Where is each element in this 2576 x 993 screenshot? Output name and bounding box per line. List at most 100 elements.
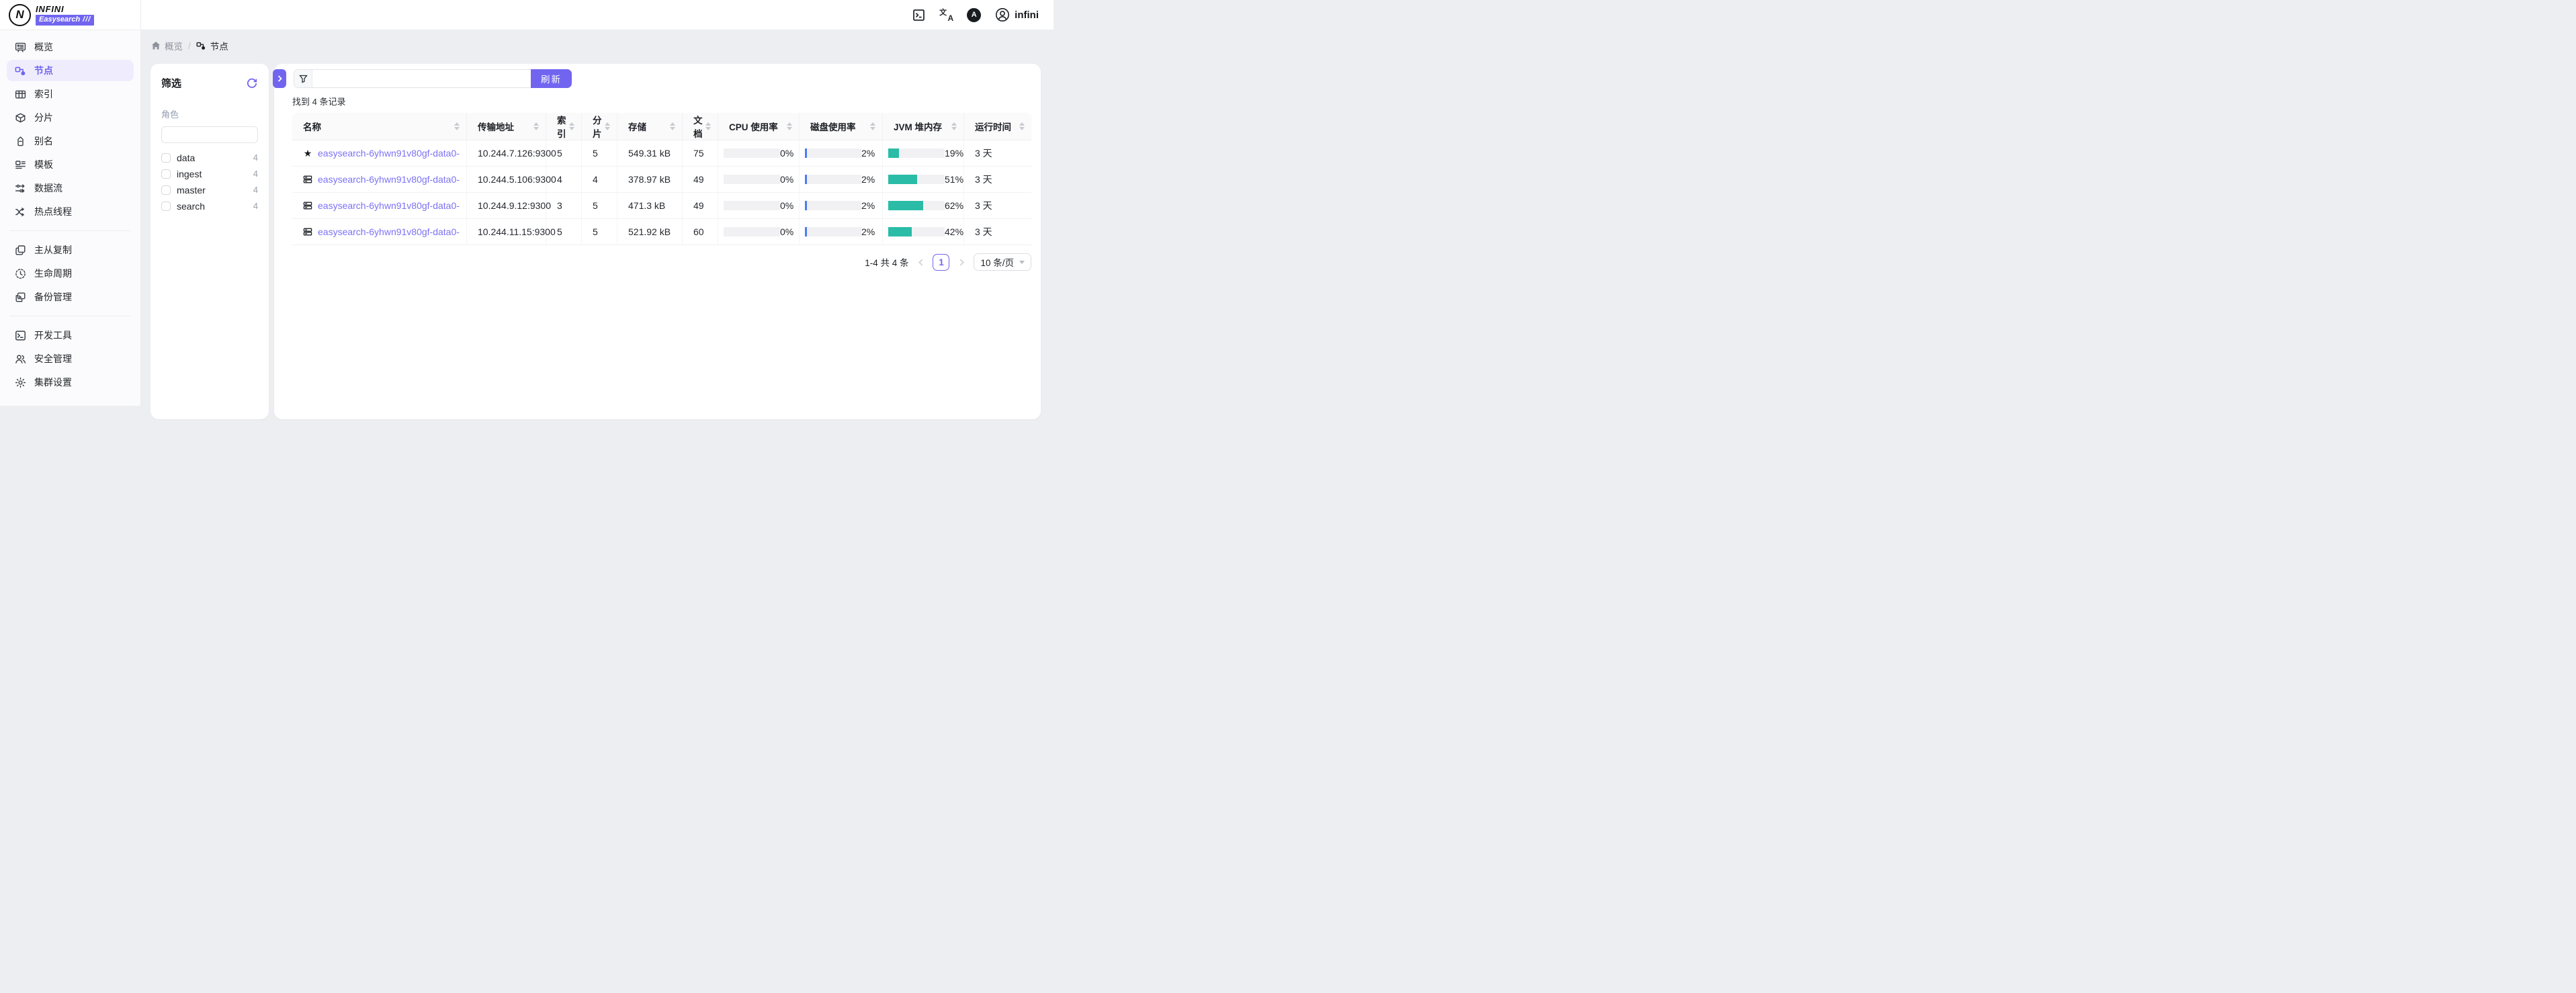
filter-section-label: 角色 [161, 107, 258, 120]
sidebar-item-label: 分片 [34, 111, 53, 124]
filter-refresh-icon[interactable] [246, 77, 258, 89]
sidebar-item-overview[interactable]: 概览 [7, 36, 134, 58]
column-header-uptime[interactable]: 运行时间 [964, 113, 1031, 140]
sidebar-item-hotthreads[interactable]: 热点线程 [7, 201, 134, 222]
sidebar-item-lifecycle[interactable]: 生命周期 [7, 263, 134, 284]
column-header-address[interactable]: 传输地址 [467, 113, 546, 140]
sort-icon[interactable] [787, 122, 792, 130]
cell-disk: 2% [800, 219, 883, 245]
column-label: 名称 [303, 120, 321, 133]
sidebar-item-backup[interactable]: 备份管理 [7, 286, 134, 308]
usage-bar [805, 227, 861, 236]
checkbox-master[interactable] [161, 185, 171, 195]
cell-docs: 75 [683, 140, 718, 167]
console-icon[interactable] [912, 8, 925, 21]
cell-jvm: 51% [883, 167, 964, 193]
role-option-search[interactable]: search4 [161, 198, 258, 214]
sidebar-item-label: 别名 [34, 134, 53, 148]
sidebar: 概览节点索引分片别名模板数据流热点线程主从复制生命周期备份管理开发工具安全管理集… [0, 30, 141, 406]
sort-icon[interactable] [870, 122, 875, 130]
node-name-link[interactable]: easysearch-6yhwn91v80gf-data0-2 [318, 226, 460, 237]
filter-funnel-icon[interactable] [294, 70, 312, 87]
sidebar-divider [9, 230, 131, 231]
sidebar-item-settings[interactable]: 集群设置 [7, 372, 134, 393]
usage-percent: 2% [861, 200, 875, 211]
sort-icon[interactable] [533, 122, 539, 130]
sort-asc-icon [605, 122, 610, 126]
node-server-icon [303, 201, 312, 210]
master-star-icon: ★ [304, 148, 312, 158]
cell-cpu: 0% [718, 140, 800, 167]
sort-icon[interactable] [605, 122, 610, 130]
sidebar-item-label: 热点线程 [34, 205, 72, 218]
role-option-ingest[interactable]: ingest4 [161, 166, 258, 181]
cell-uptime: 3 天 [964, 167, 1031, 193]
column-label: 分片 [593, 113, 602, 140]
cell-disk: 2% [800, 140, 883, 167]
checkbox-data[interactable] [161, 153, 171, 163]
sidebar-item-alias[interactable]: 别名 [7, 130, 134, 152]
sort-desc-icon [533, 127, 539, 130]
datastream-icon [15, 183, 26, 194]
role-option-master[interactable]: master4 [161, 182, 258, 198]
sort-icon[interactable] [1019, 122, 1025, 130]
page-1-button[interactable]: 1 [933, 254, 949, 271]
column-header-disk[interactable]: 磁盘使用率 [800, 113, 883, 140]
pagination-range: 1-4 共 4 条 [865, 255, 908, 269]
sidebar-item-security[interactable]: 安全管理 [7, 348, 134, 370]
cell-name: easysearch-6yhwn91v80gf-data0-2 [292, 219, 467, 245]
role-option-label: ingest [177, 169, 202, 179]
column-header-docs[interactable]: 文档 [683, 113, 718, 140]
column-header-cpu[interactable]: CPU 使用率 [718, 113, 800, 140]
breadcrumb-separator: / [188, 41, 191, 51]
chevron-right-icon [277, 75, 283, 82]
sidebar-item-index[interactable]: 索引 [7, 83, 134, 105]
home-icon [151, 41, 161, 50]
sidebar-item-datastream[interactable]: 数据流 [7, 177, 134, 199]
column-header-storage[interactable]: 存储 [617, 113, 683, 140]
user-menu[interactable]: infini [995, 7, 1039, 22]
theme-icon[interactable]: A [967, 8, 981, 22]
page-size-select[interactable]: 10 条/页 [974, 253, 1031, 271]
sort-icon[interactable] [569, 122, 574, 130]
sidebar-item-node[interactable]: 节点 [7, 60, 134, 81]
cell-disk: 2% [800, 193, 883, 219]
filter-collapse-handle[interactable] [273, 69, 286, 88]
role-option-data[interactable]: data4 [161, 150, 258, 165]
filter-panel: 筛选 角色 data4ingest4master4search4 [151, 64, 269, 419]
table-row: ★easysearch-6yhwn91v80gf-data0-010.244.7… [292, 140, 1031, 167]
username: infini [1015, 9, 1039, 21]
prev-page-icon[interactable] [914, 256, 927, 268]
column-header-name[interactable]: 名称 [292, 113, 467, 140]
column-header-indices[interactable]: 索引 [546, 113, 582, 140]
node-name-link[interactable]: easysearch-6yhwn91v80gf-data0-1 [318, 200, 460, 211]
breadcrumb-overview[interactable]: 概览 [151, 39, 183, 52]
sort-icon[interactable] [454, 122, 460, 130]
next-page-icon[interactable] [955, 256, 968, 268]
sidebar-item-devtools[interactable]: 开发工具 [7, 325, 134, 346]
checkbox-ingest[interactable] [161, 169, 171, 179]
sidebar-item-replication[interactable]: 主从复制 [7, 239, 134, 261]
sort-icon[interactable] [670, 122, 675, 130]
search-input[interactable] [312, 70, 531, 87]
column-header-jvm[interactable]: JVM 堆内存 [883, 113, 964, 140]
checkbox-search[interactable] [161, 202, 171, 211]
refresh-button[interactable]: 刷新 [531, 69, 572, 88]
node-name-link[interactable]: easysearch-6yhwn91v80gf-data0-0 [318, 148, 460, 159]
logo-link[interactable]: N INFINI Easysearch /// [0, 0, 141, 30]
translate-icon[interactable]: 文A [939, 8, 953, 21]
content-area: 概览 / 节点 筛选 [141, 30, 1054, 406]
pagination: 1-4 共 4 条 1 10 条/页 [292, 253, 1031, 271]
node-icon [196, 41, 206, 51]
sort-icon[interactable] [705, 122, 711, 130]
role-filter-input[interactable] [161, 126, 258, 143]
devtools-icon [15, 330, 26, 341]
template-icon [15, 159, 26, 171]
sort-icon[interactable] [951, 122, 957, 130]
sidebar-item-template[interactable]: 模板 [7, 154, 134, 175]
column-header-shards[interactable]: 分片 [582, 113, 617, 140]
sort-desc-icon [787, 127, 792, 130]
node-name-link[interactable]: easysearch-6yhwn91v80gf-data0-3 [318, 174, 460, 185]
usage-percent: 0% [780, 226, 793, 237]
sidebar-item-shard[interactable]: 分片 [7, 107, 134, 128]
